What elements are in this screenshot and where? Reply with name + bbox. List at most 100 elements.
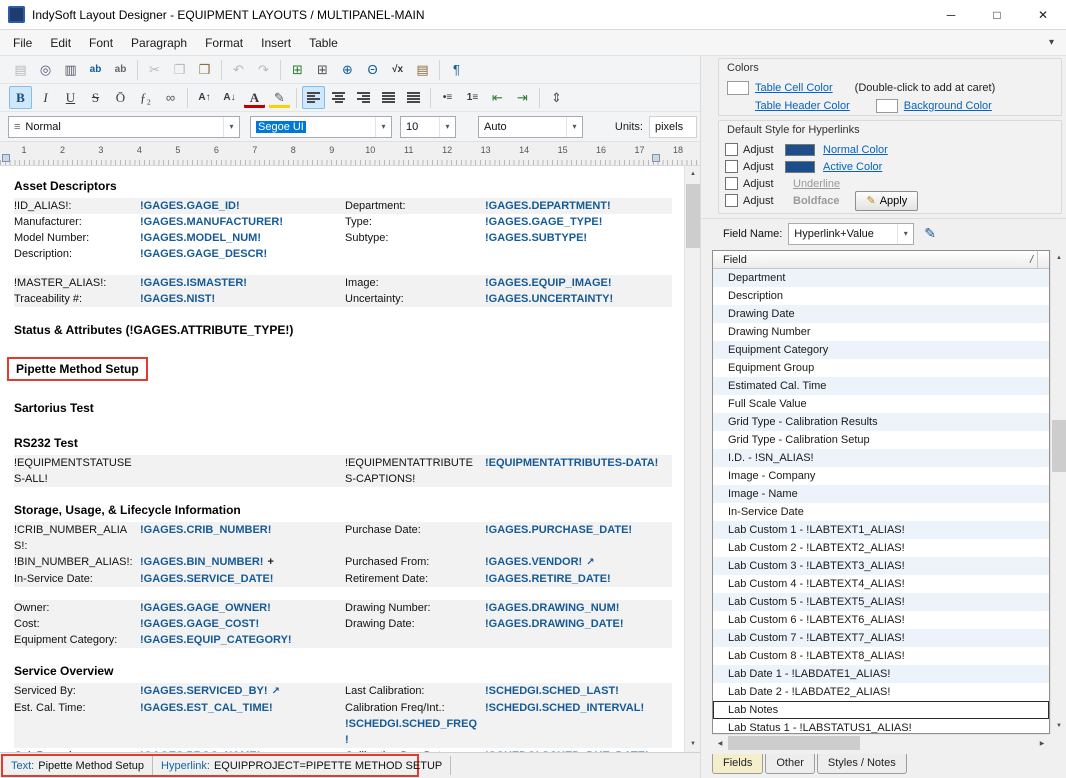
paragraph-style-select[interactable]: ≡ Normal ▾ [8,116,240,138]
field-token[interactable]: !GAGES.CRIB_NUMBER! [140,522,345,554]
field-list-item[interactable]: Lab Custom 4 - !LABTEXT4_ALIAS! [713,575,1049,593]
scroll-up-icon[interactable]: ▲ [685,166,701,182]
insert-symbol-button[interactable]: Θ [361,58,384,81]
menu-table[interactable]: Table [300,30,347,55]
field-list-item[interactable]: Drawing Number [713,323,1049,341]
scroll-right-icon[interactable]: ▶ [1034,735,1050,751]
adjust-checkbox[interactable] [725,160,738,173]
external-link-icon[interactable]: ↗ [272,686,280,697]
scroll-left-icon[interactable]: ◀ [712,735,728,751]
menu-font[interactable]: Font [80,30,122,55]
field-list-item[interactable]: Equipment Group [713,359,1049,377]
field-list-item[interactable]: I.D. - !SN_ALIAS! [713,449,1049,467]
field-token[interactable]: !GAGES.SERVICE_DATE! [140,571,345,587]
table-cell-color-link[interactable]: Table Cell Color [755,82,833,94]
align-right-button[interactable] [352,86,375,109]
field-token[interactable]: !GAGES.GAGE_OWNER! [140,600,345,616]
background-color-swatch[interactable] [876,99,898,113]
field-token[interactable]: !GAGES.PURCHASE_DATE! [485,522,672,554]
background-color-link[interactable]: Background Color [904,100,992,112]
underline-button[interactable]: U [59,86,82,109]
table-header-color-link[interactable]: Table Header Color [755,100,850,112]
field-token[interactable]: !SCHEDGI.SCHED_FREQ! [345,716,479,748]
field-token[interactable]: !GAGES.MANUFACTURER! [140,214,345,230]
document-scrollbar[interactable]: ▲ ▼ [684,166,700,752]
italic-button[interactable]: I [34,86,57,109]
strikethrough-button[interactable]: S [84,86,107,109]
field-list-item[interactable]: Department [713,269,1049,287]
field-list-header[interactable]: Field / [713,251,1049,269]
line-spacing-button[interactable]: ⇕ [545,86,568,109]
equation-button[interactable]: √x [386,58,409,81]
decrease-indent-button[interactable]: ⇤ [486,86,509,109]
field-list-item[interactable]: Drawing Date [713,305,1049,323]
field-token[interactable]: !GAGES.EST_CAL_TIME! [140,700,345,748]
field-list-item[interactable]: Lab Date 2 - !LABDATE2_ALIAS! [713,683,1049,701]
justify-button[interactable] [377,86,400,109]
field-list-item[interactable]: Full Scale Value [713,395,1049,413]
print-preview-button[interactable]: ◎ [34,58,57,81]
highlight-button[interactable]: ✎ [268,86,291,109]
field-token[interactable]: !GAGES.DRAWING_DATE! [485,616,672,632]
field-list-item[interactable]: Lab Custom 8 - !LABTEXT8_ALIAS! [713,647,1049,665]
scroll-down-icon[interactable]: ▼ [685,736,701,752]
scrollbar-thumb[interactable] [1052,420,1066,472]
field-list-item[interactable]: Lab Custom 3 - !LABTEXT3_ALIAS! [713,557,1049,575]
field-token[interactable]: !GAGES.GAGE_TYPE! [485,214,672,230]
field-list-item[interactable]: Grid Type - Calibration Results [713,413,1049,431]
grow-font-button[interactable]: A↑ [193,86,216,109]
menu-insert[interactable]: Insert [252,30,300,55]
formatting-marks-button[interactable]: ¶ [445,58,468,81]
bullets-button[interactable]: •≡ [436,86,459,109]
table-properties-button[interactable]: ⊞ [311,58,334,81]
field-token[interactable]: !GAGES.RETIRE_DATE! [485,571,672,587]
field-list-item[interactable]: Lab Date 1 - !LABDATE1_ALIAS! [713,665,1049,683]
field-lookup-button[interactable]: ab [109,58,132,81]
distribute-button[interactable] [402,86,425,109]
hyperlink-color-swatch[interactable] [785,161,815,173]
field-list-item[interactable]: Image - Name [713,485,1049,503]
field-list-item[interactable]: Lab Custom 1 - !LABTEXT1_ALIAS! [713,521,1049,539]
subscript-button[interactable]: ƒ₂ [134,86,157,109]
field-token[interactable]: !GAGES.VENDOR!↗ [485,554,672,571]
tab-fields[interactable]: Fields [712,754,763,774]
shrink-font-button[interactable]: A↓ [218,86,241,109]
font-select[interactable]: Segoe UI ▾ [250,116,392,138]
paste-button[interactable]: ❒ [193,58,216,81]
font-size-select[interactable]: 10 ▾ [400,116,456,138]
adjust-checkbox[interactable] [725,143,738,156]
menu-paragraph[interactable]: Paragraph [122,30,196,55]
cut-button[interactable]: ✂ [143,58,166,81]
save-button[interactable]: ▤ [9,58,32,81]
minimize-button[interactable]: ─ [928,0,974,30]
field-list-horizontal-scrollbar[interactable]: ◀ ▶ [712,734,1050,750]
scroll-down-icon[interactable]: ▼ [1051,718,1066,734]
hyperlink-color-swatch[interactable] [785,144,815,156]
menu-edit[interactable]: Edit [41,30,80,55]
close-button[interactable]: ✕ [1020,0,1066,30]
bold-button[interactable]: B [9,86,32,109]
undo-button[interactable]: ↶ [227,58,250,81]
field-token[interactable]: !GAGES.GAGE_ID! [140,198,345,214]
scrollbar-thumb[interactable] [686,184,700,248]
scroll-up-icon[interactable]: ▲ [1051,250,1066,266]
document-canvas[interactable]: Asset Descriptors!ID_ALIAS!:!GAGES.GAGE_… [0,166,684,752]
field-token[interactable]: !GAGES.MODEL_NUM! [140,230,345,246]
copy-button[interactable]: ❐ [168,58,191,81]
scrollbar-thumb[interactable] [728,736,860,750]
tab-other[interactable]: Other [765,754,815,774]
field-list-item[interactable]: In-Service Date [713,503,1049,521]
color-link[interactable]: Active Color [823,161,882,173]
redo-button[interactable]: ↷ [252,58,275,81]
field-list-item[interactable]: Image - Company [713,467,1049,485]
maximize-button[interactable]: □ [974,0,1020,30]
field-token[interactable]: !SCHEDGI.SCHED_INTERVAL! [485,700,672,748]
external-link-icon[interactable]: ↗ [586,557,594,568]
table-cell-color-swatch[interactable] [727,81,749,95]
field-list-item[interactable]: Lab Custom 6 - !LABTEXT6_ALIAS! [713,611,1049,629]
tab-styles-notes[interactable]: Styles / Notes [817,754,907,774]
field-list-item[interactable]: Equipment Category [713,341,1049,359]
field-token[interactable]: !GAGES.DRAWING_NUM! [485,600,672,616]
field-list-scrollbar[interactable]: ▲ ▼ [1050,250,1066,734]
field-token[interactable]: !GAGES.GAGE_DESCR! [140,246,345,262]
